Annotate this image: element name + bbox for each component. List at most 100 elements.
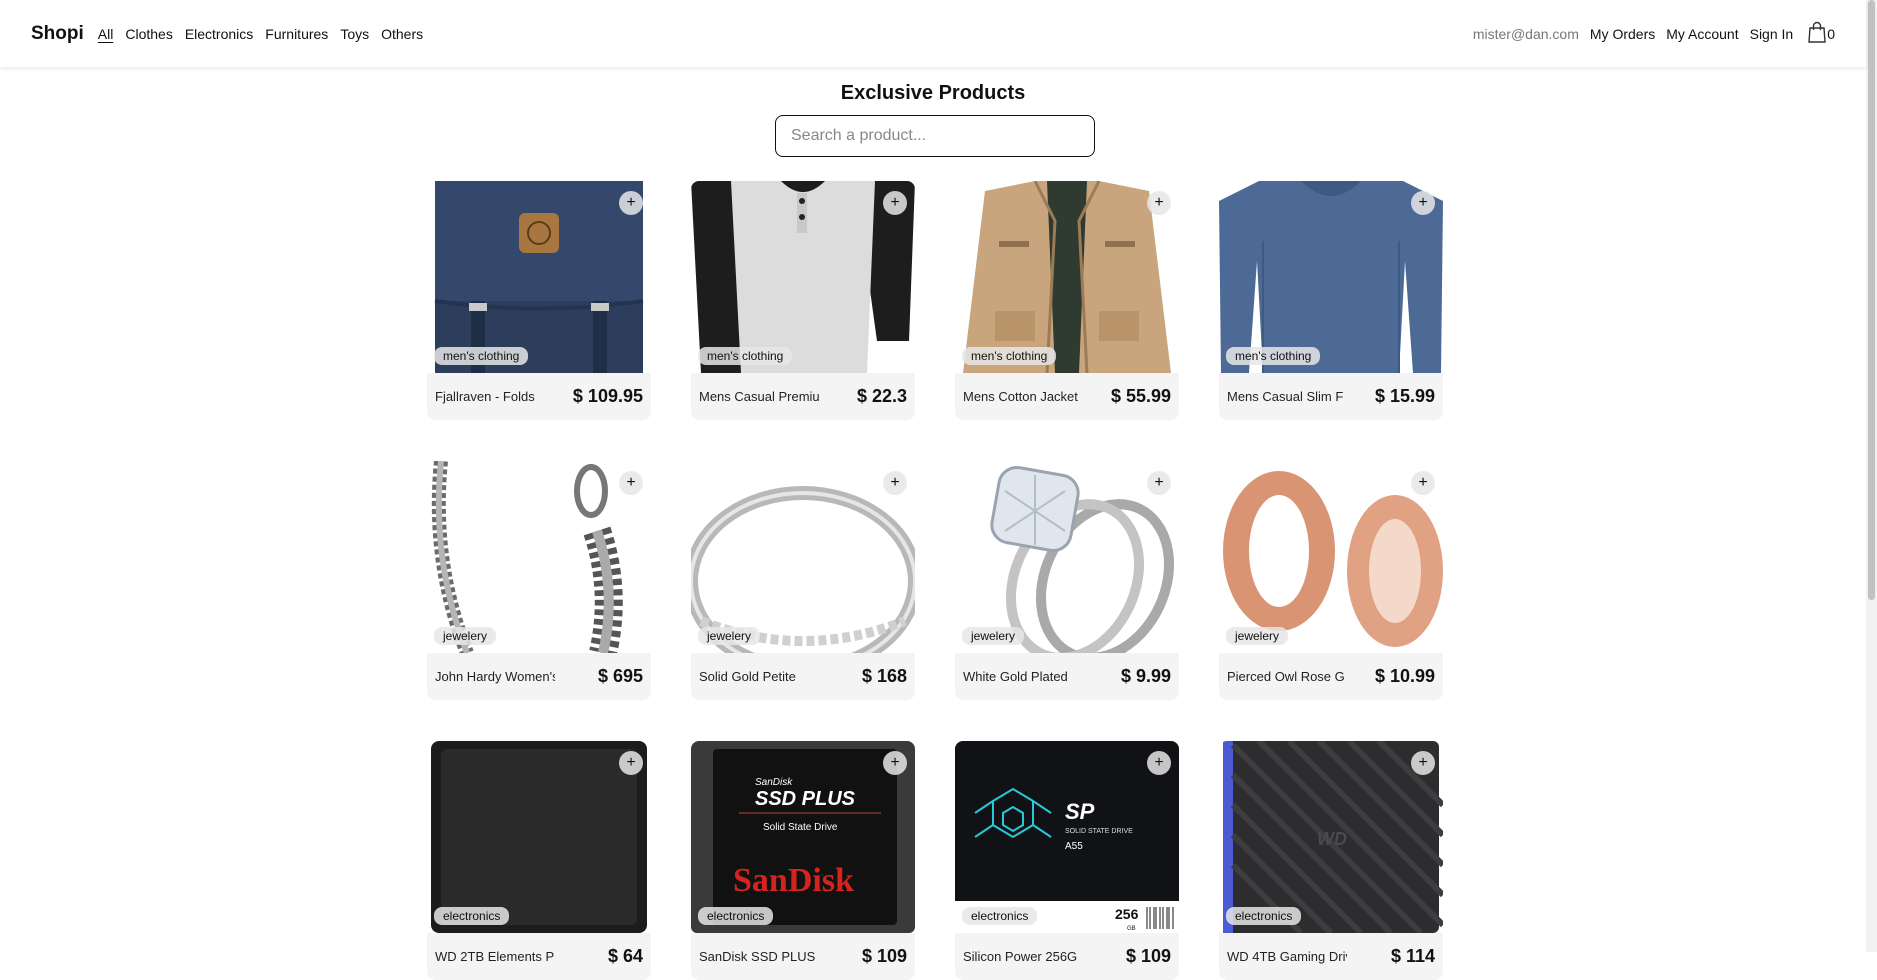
ssd-sp-model: A55 [1065, 841, 1083, 852]
product-name: Mens Casual Slim F [1227, 389, 1344, 404]
my-orders-link[interactable]: My Orders [1590, 26, 1655, 42]
backpack-image [434, 181, 644, 373]
add-to-cart-icon[interactable]: + [619, 191, 643, 215]
product-card[interactable]: SP SOLID STATE DRIVE A55 256 GB electron… [955, 741, 1179, 980]
add-to-cart-icon[interactable]: + [1147, 751, 1171, 775]
add-to-cart-icon[interactable]: + [883, 751, 907, 775]
search-input[interactable] [775, 115, 1095, 157]
ssd-sp-capacity: 256 [1115, 906, 1139, 922]
product-name: White Gold Plated [963, 669, 1068, 684]
longsleeve-image [1219, 181, 1443, 373]
product-image: jewelery + [1219, 461, 1443, 653]
sp-ssd-image: SP SOLID STATE DRIVE A55 256 GB [955, 741, 1179, 933]
nav-category-toys[interactable]: Toys [340, 26, 369, 42]
add-to-cart-icon[interactable]: + [1147, 471, 1171, 495]
product-card[interactable]: jewelery + Pierced Owl Rose G $ 10.99 [1219, 461, 1443, 700]
product-card[interactable]: men's clothing + Mens Casual Premiu $ 22… [691, 181, 915, 420]
product-name: Silicon Power 256G [963, 949, 1078, 964]
category-badge: electronics [434, 907, 510, 925]
add-to-cart-icon[interactable]: + [1411, 471, 1435, 495]
product-name: Pierced Owl Rose G [1227, 669, 1345, 684]
ssd-brand-small: SanDisk [755, 777, 793, 788]
nav-right: mister@dan.com My Orders My Account Sign… [1473, 21, 1835, 46]
page-title: Exclusive Products [840, 82, 1026, 104]
product-price: $ 109 [1125, 946, 1171, 966]
category-badge: jewelery [434, 627, 497, 645]
my-account-link[interactable]: My Account [1666, 26, 1738, 42]
product-image: men's clothing + [427, 181, 651, 373]
product-info: SanDisk SSD PLUS 1 $ 109 [691, 933, 915, 980]
shopping-bag-icon [1807, 21, 1827, 46]
product-grid: men's clothing + Fjallraven - Folds $ 10… [427, 181, 1443, 980]
product-card[interactable]: men's clothing + Mens Cotton Jacket $ 55… [955, 181, 1179, 420]
add-to-cart-icon[interactable]: + [883, 191, 907, 215]
page-scrollbar[interactable] [1866, 0, 1877, 952]
product-name: Solid Gold Petite [699, 669, 796, 684]
product-info: Pierced Owl Rose G $ 10.99 [1219, 653, 1443, 700]
nav-category-others[interactable]: Others [381, 26, 423, 42]
product-price: $ 109 [861, 946, 907, 966]
ssd-line2: Solid State Drive [763, 822, 838, 833]
product-card[interactable]: men's clothing + Fjallraven - Folds $ 10… [427, 181, 651, 420]
product-image: men's clothing + [691, 181, 915, 373]
wd-logo: WD [1317, 829, 1347, 849]
ssd-line1: SSD PLUS [755, 788, 856, 810]
category-badge: electronics [1226, 907, 1302, 925]
cart-button[interactable]: 0 [1807, 21, 1835, 46]
product-image: WD electronics + [1219, 741, 1443, 933]
ring-image [691, 461, 915, 653]
nav-category-all[interactable]: All [98, 26, 114, 42]
product-card[interactable]: electronics + WD 2TB Elements P $ 64 [427, 741, 651, 980]
product-image: jewelery + [691, 461, 915, 653]
diamond-ring-image [955, 461, 1179, 653]
category-badge: jewelery [962, 627, 1025, 645]
category-badge: men's clothing [434, 347, 529, 365]
add-to-cart-icon[interactable]: + [1147, 191, 1171, 215]
add-to-cart-icon[interactable]: + [619, 751, 643, 775]
tunnel-plugs-image [1219, 461, 1443, 653]
product-info: Silicon Power 256G $ 109 [955, 933, 1179, 980]
product-image: electronics + [427, 741, 651, 933]
product-name: Fjallraven - Folds [435, 389, 535, 404]
product-price: $ 55.99 [1110, 386, 1171, 406]
product-info: Mens Casual Slim F $ 15.99 [1219, 373, 1443, 420]
brand-logo[interactable]: Shopi [31, 23, 84, 45]
jacket-image [955, 181, 1179, 373]
ssd-logo: SanDisk [733, 862, 854, 899]
product-name: SanDisk SSD PLUS 1 [699, 949, 819, 964]
ssd-sp-line1: SOLID STATE DRIVE [1065, 828, 1133, 835]
category-badge: electronics [698, 907, 774, 925]
category-badge: jewelery [1226, 627, 1289, 645]
nav-category-electronics[interactable]: Electronics [185, 26, 253, 42]
product-info: White Gold Plated $ 9.99 [955, 653, 1179, 700]
add-to-cart-icon[interactable]: + [1411, 751, 1435, 775]
product-price: $ 15.99 [1374, 386, 1435, 406]
product-image: SanDisk SSD PLUS Solid State Drive SanDi… [691, 741, 915, 933]
product-price: $ 10.99 [1374, 666, 1435, 686]
hard-drive-image [427, 741, 651, 933]
product-card[interactable]: men's clothing + Mens Casual Slim F $ 15… [1219, 181, 1443, 420]
product-name: WD 4TB Gaming Drive [1227, 949, 1347, 964]
product-card[interactable]: WD electronics + WD 4TB Gaming Drive $ 1… [1219, 741, 1443, 980]
product-image: SP SOLID STATE DRIVE A55 256 GB electron… [955, 741, 1179, 933]
product-price: $ 64 [607, 946, 643, 966]
add-to-cart-icon[interactable]: + [1411, 191, 1435, 215]
product-price: $ 168 [861, 666, 907, 686]
product-card[interactable]: jewelery + White Gold Plated $ 9.99 [955, 461, 1179, 700]
wd-drive-image: WD [1219, 741, 1443, 933]
product-card[interactable]: jewelery + Solid Gold Petite $ 168 [691, 461, 915, 700]
add-to-cart-icon[interactable]: + [619, 471, 643, 495]
nav-category-clothes[interactable]: Clothes [125, 26, 172, 42]
sign-in-link[interactable]: Sign In [1750, 26, 1794, 42]
add-to-cart-icon[interactable]: + [883, 471, 907, 495]
bracelet-image [427, 461, 651, 653]
product-card[interactable]: jewelery + John Hardy Women's $ 695 [427, 461, 651, 700]
product-image: men's clothing + [1219, 181, 1443, 373]
scrollbar-thumb[interactable] [1868, 0, 1875, 600]
nav-category-furnitures[interactable]: Furnitures [265, 26, 328, 42]
navbar: Shopi All Clothes Electronics Furnitures… [0, 0, 1866, 67]
product-info: Solid Gold Petite $ 168 [691, 653, 915, 700]
product-card[interactable]: SanDisk SSD PLUS Solid State Drive SanDi… [691, 741, 915, 980]
product-name: Mens Cotton Jacket [963, 389, 1078, 404]
sandisk-ssd-image: SanDisk SSD PLUS Solid State Drive SanDi… [691, 741, 915, 933]
